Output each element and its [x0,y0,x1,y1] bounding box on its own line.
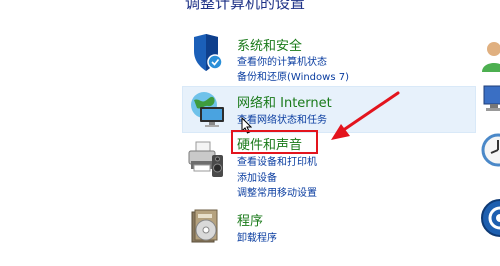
user-accounts-icon [482,42,500,72]
link-view-computer-status[interactable]: 查看你的计算机状态 [237,53,327,68]
annotation-highlight-box [231,130,318,154]
clock-region-icon [481,133,500,167]
shield-icon [194,34,223,71]
category-programs[interactable]: 程序 [237,210,263,229]
link-mobility-settings[interactable]: 调整常用移动设置 [237,184,317,199]
link-backup-restore[interactable]: 备份和还原(Windows 7) [237,68,349,83]
page-heading: 调整计算机的设置 [185,0,306,12]
category-network-internet[interactable]: 网络和 Internet [237,92,332,111]
printer-icon [188,141,223,177]
link-uninstall-program[interactable]: 卸载程序 [237,229,277,244]
network-globe-icon [191,92,224,127]
ease-of-access-icon [481,199,500,237]
link-add-device[interactable]: 添加设备 [237,169,277,184]
link-view-devices-printers[interactable]: 查看设备和打印机 [237,153,317,168]
appearance-icon [483,85,500,111]
category-system-security[interactable]: 系统和安全 [237,35,302,54]
programs-disc-icon [191,209,218,243]
